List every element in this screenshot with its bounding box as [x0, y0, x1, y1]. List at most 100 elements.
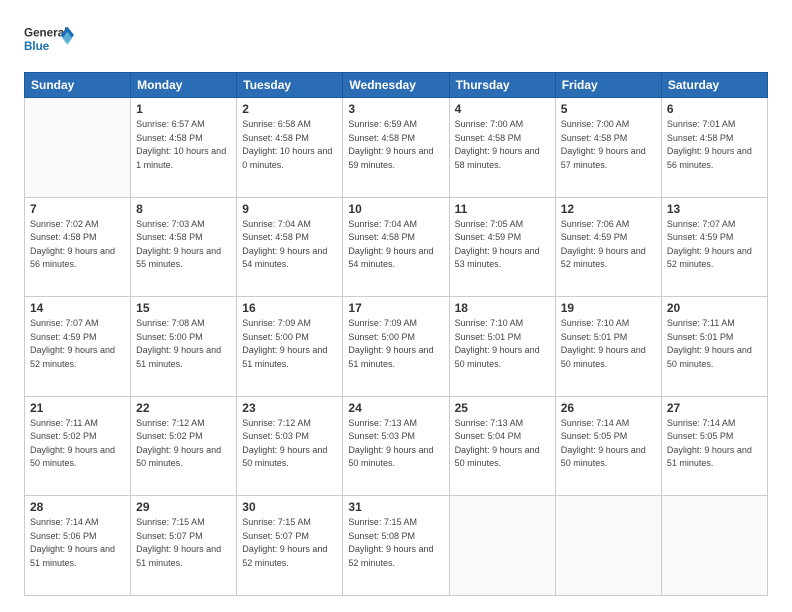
day-cell: 9 Sunrise: 7:04 AM Sunset: 4:58 PM Dayli…	[237, 197, 343, 297]
logo-svg: General Blue	[24, 20, 74, 60]
day-info: Sunrise: 7:14 AM Sunset: 5:05 PM Dayligh…	[667, 417, 762, 471]
day-number: 8	[136, 202, 231, 216]
day-cell: 7 Sunrise: 7:02 AM Sunset: 4:58 PM Dayli…	[25, 197, 131, 297]
week-row-0: 1 Sunrise: 6:57 AM Sunset: 4:58 PM Dayli…	[25, 98, 768, 198]
day-info: Sunrise: 7:13 AM Sunset: 5:03 PM Dayligh…	[348, 417, 443, 471]
col-header-tuesday: Tuesday	[237, 73, 343, 98]
week-row-1: 7 Sunrise: 7:02 AM Sunset: 4:58 PM Dayli…	[25, 197, 768, 297]
day-number: 31	[348, 500, 443, 514]
day-number: 2	[242, 102, 337, 116]
day-cell: 2 Sunrise: 6:58 AM Sunset: 4:58 PM Dayli…	[237, 98, 343, 198]
col-header-thursday: Thursday	[449, 73, 555, 98]
day-cell: 27 Sunrise: 7:14 AM Sunset: 5:05 PM Dayl…	[661, 396, 767, 496]
day-number: 1	[136, 102, 231, 116]
day-cell: 31 Sunrise: 7:15 AM Sunset: 5:08 PM Dayl…	[343, 496, 449, 596]
day-info: Sunrise: 7:06 AM Sunset: 4:59 PM Dayligh…	[561, 218, 656, 272]
day-info: Sunrise: 7:10 AM Sunset: 5:01 PM Dayligh…	[561, 317, 656, 371]
day-info: Sunrise: 7:08 AM Sunset: 5:00 PM Dayligh…	[136, 317, 231, 371]
day-cell: 24 Sunrise: 7:13 AM Sunset: 5:03 PM Dayl…	[343, 396, 449, 496]
day-info: Sunrise: 7:12 AM Sunset: 5:03 PM Dayligh…	[242, 417, 337, 471]
day-number: 4	[455, 102, 550, 116]
day-info: Sunrise: 7:02 AM Sunset: 4:58 PM Dayligh…	[30, 218, 125, 272]
day-info: Sunrise: 6:57 AM Sunset: 4:58 PM Dayligh…	[136, 118, 231, 172]
day-info: Sunrise: 7:11 AM Sunset: 5:02 PM Dayligh…	[30, 417, 125, 471]
day-info: Sunrise: 7:14 AM Sunset: 5:05 PM Dayligh…	[561, 417, 656, 471]
day-cell: 4 Sunrise: 7:00 AM Sunset: 4:58 PM Dayli…	[449, 98, 555, 198]
day-cell: 12 Sunrise: 7:06 AM Sunset: 4:59 PM Dayl…	[555, 197, 661, 297]
day-number: 27	[667, 401, 762, 415]
day-cell: 14 Sunrise: 7:07 AM Sunset: 4:59 PM Dayl…	[25, 297, 131, 397]
day-cell: 13 Sunrise: 7:07 AM Sunset: 4:59 PM Dayl…	[661, 197, 767, 297]
day-cell	[661, 496, 767, 596]
day-number: 23	[242, 401, 337, 415]
day-cell: 1 Sunrise: 6:57 AM Sunset: 4:58 PM Dayli…	[131, 98, 237, 198]
day-info: Sunrise: 7:04 AM Sunset: 4:58 PM Dayligh…	[348, 218, 443, 272]
day-info: Sunrise: 7:11 AM Sunset: 5:01 PM Dayligh…	[667, 317, 762, 371]
day-info: Sunrise: 7:07 AM Sunset: 4:59 PM Dayligh…	[667, 218, 762, 272]
col-header-monday: Monday	[131, 73, 237, 98]
day-info: Sunrise: 7:07 AM Sunset: 4:59 PM Dayligh…	[30, 317, 125, 371]
day-info: Sunrise: 7:03 AM Sunset: 4:58 PM Dayligh…	[136, 218, 231, 272]
day-cell: 17 Sunrise: 7:09 AM Sunset: 5:00 PM Dayl…	[343, 297, 449, 397]
day-number: 25	[455, 401, 550, 415]
day-number: 9	[242, 202, 337, 216]
day-cell: 8 Sunrise: 7:03 AM Sunset: 4:58 PM Dayli…	[131, 197, 237, 297]
day-number: 10	[348, 202, 443, 216]
day-info: Sunrise: 7:01 AM Sunset: 4:58 PM Dayligh…	[667, 118, 762, 172]
day-number: 13	[667, 202, 762, 216]
day-info: Sunrise: 7:15 AM Sunset: 5:08 PM Dayligh…	[348, 516, 443, 570]
week-row-4: 28 Sunrise: 7:14 AM Sunset: 5:06 PM Dayl…	[25, 496, 768, 596]
day-number: 12	[561, 202, 656, 216]
day-info: Sunrise: 7:04 AM Sunset: 4:58 PM Dayligh…	[242, 218, 337, 272]
day-cell: 18 Sunrise: 7:10 AM Sunset: 5:01 PM Dayl…	[449, 297, 555, 397]
day-cell: 23 Sunrise: 7:12 AM Sunset: 5:03 PM Dayl…	[237, 396, 343, 496]
day-cell: 21 Sunrise: 7:11 AM Sunset: 5:02 PM Dayl…	[25, 396, 131, 496]
day-number: 11	[455, 202, 550, 216]
week-row-3: 21 Sunrise: 7:11 AM Sunset: 5:02 PM Dayl…	[25, 396, 768, 496]
day-info: Sunrise: 6:58 AM Sunset: 4:58 PM Dayligh…	[242, 118, 337, 172]
day-cell: 11 Sunrise: 7:05 AM Sunset: 4:59 PM Dayl…	[449, 197, 555, 297]
day-number: 22	[136, 401, 231, 415]
day-info: Sunrise: 7:00 AM Sunset: 4:58 PM Dayligh…	[455, 118, 550, 172]
day-info: Sunrise: 6:59 AM Sunset: 4:58 PM Dayligh…	[348, 118, 443, 172]
day-number: 26	[561, 401, 656, 415]
day-number: 28	[30, 500, 125, 514]
day-cell: 3 Sunrise: 6:59 AM Sunset: 4:58 PM Dayli…	[343, 98, 449, 198]
svg-text:General: General	[24, 27, 67, 40]
day-cell: 26 Sunrise: 7:14 AM Sunset: 5:05 PM Dayl…	[555, 396, 661, 496]
day-number: 29	[136, 500, 231, 514]
day-info: Sunrise: 7:05 AM Sunset: 4:59 PM Dayligh…	[455, 218, 550, 272]
day-number: 18	[455, 301, 550, 315]
day-number: 19	[561, 301, 656, 315]
day-cell: 25 Sunrise: 7:13 AM Sunset: 5:04 PM Dayl…	[449, 396, 555, 496]
day-info: Sunrise: 7:14 AM Sunset: 5:06 PM Dayligh…	[30, 516, 125, 570]
day-info: Sunrise: 7:09 AM Sunset: 5:00 PM Dayligh…	[348, 317, 443, 371]
day-number: 30	[242, 500, 337, 514]
day-info: Sunrise: 7:12 AM Sunset: 5:02 PM Dayligh…	[136, 417, 231, 471]
day-cell: 6 Sunrise: 7:01 AM Sunset: 4:58 PM Dayli…	[661, 98, 767, 198]
day-cell	[25, 98, 131, 198]
day-number: 24	[348, 401, 443, 415]
day-cell: 19 Sunrise: 7:10 AM Sunset: 5:01 PM Dayl…	[555, 297, 661, 397]
calendar-table: SundayMondayTuesdayWednesdayThursdayFrid…	[24, 72, 768, 596]
col-header-saturday: Saturday	[661, 73, 767, 98]
day-info: Sunrise: 7:09 AM Sunset: 5:00 PM Dayligh…	[242, 317, 337, 371]
day-number: 6	[667, 102, 762, 116]
col-header-sunday: Sunday	[25, 73, 131, 98]
day-number: 17	[348, 301, 443, 315]
day-number: 15	[136, 301, 231, 315]
day-number: 14	[30, 301, 125, 315]
day-cell: 15 Sunrise: 7:08 AM Sunset: 5:00 PM Dayl…	[131, 297, 237, 397]
page: General Blue SundayMondayTuesdayWednesda…	[0, 0, 792, 612]
calendar-header-row: SundayMondayTuesdayWednesdayThursdayFrid…	[25, 73, 768, 98]
day-number: 5	[561, 102, 656, 116]
day-cell: 28 Sunrise: 7:14 AM Sunset: 5:06 PM Dayl…	[25, 496, 131, 596]
day-cell: 22 Sunrise: 7:12 AM Sunset: 5:02 PM Dayl…	[131, 396, 237, 496]
day-number: 20	[667, 301, 762, 315]
day-cell: 30 Sunrise: 7:15 AM Sunset: 5:07 PM Dayl…	[237, 496, 343, 596]
day-cell: 20 Sunrise: 7:11 AM Sunset: 5:01 PM Dayl…	[661, 297, 767, 397]
logo: General Blue	[24, 20, 74, 60]
day-cell: 10 Sunrise: 7:04 AM Sunset: 4:58 PM Dayl…	[343, 197, 449, 297]
day-number: 16	[242, 301, 337, 315]
col-header-wednesday: Wednesday	[343, 73, 449, 98]
